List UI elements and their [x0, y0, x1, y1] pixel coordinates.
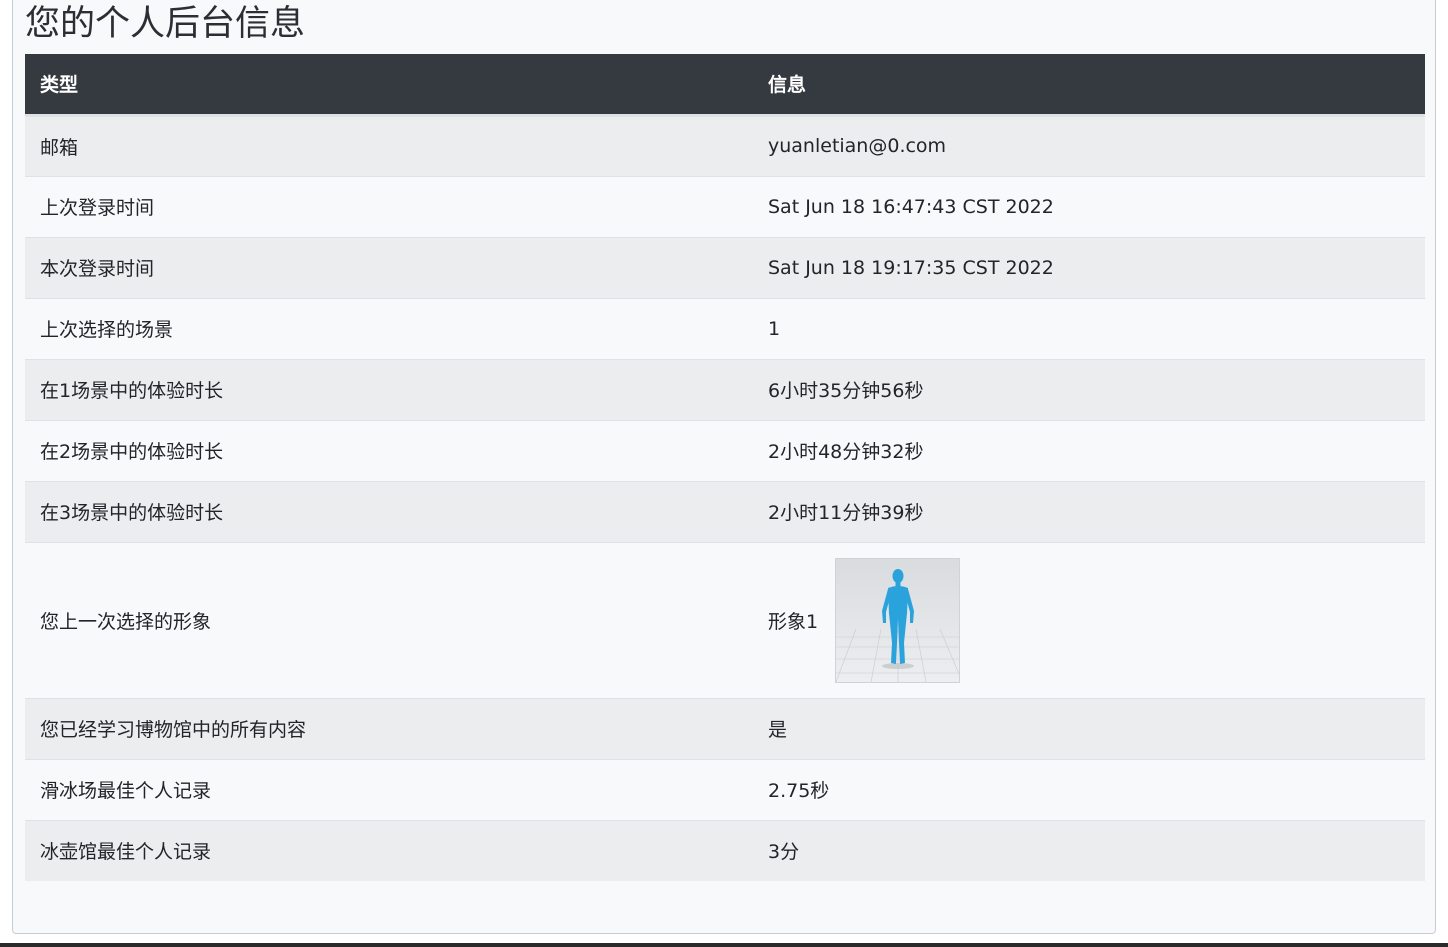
- table-header: 类型 信息: [25, 54, 1425, 117]
- row-info-cell: 6小时35分钟56秒: [753, 358, 1425, 420]
- table-row-scene1-duration: 在1场景中的体验时长 6小时35分钟56秒: [25, 358, 1425, 420]
- row-info-cell: Sat Jun 18 19:17:35 CST 2022: [753, 236, 1425, 298]
- table-row-scene3-duration: 在3场景中的体验时长 2小时11分钟39秒: [25, 480, 1425, 542]
- table-row-skating-record: 滑冰场最佳个人记录 2.75秒: [25, 758, 1425, 820]
- row-info-cell: 1: [753, 297, 1425, 359]
- table-row-email: 邮箱 yuanletian@0.com: [25, 114, 1425, 176]
- row-info-cell: 2小时48分钟32秒: [753, 419, 1425, 481]
- row-type-cell: 在3场景中的体验时长: [25, 480, 753, 542]
- table-row-scene2-duration: 在2场景中的体验时长 2小时48分钟32秒: [25, 419, 1425, 481]
- row-type-cell: 本次登录时间: [25, 236, 753, 298]
- table-body: 邮箱 yuanletian@0.com 上次登录时间 Sat Jun 18 16…: [25, 114, 1425, 881]
- avatar-image: [835, 557, 961, 683]
- column-header-type: 类型: [25, 54, 753, 117]
- row-type-cell: 您上一次选择的形象: [25, 541, 753, 698]
- row-info-cell: 3分: [753, 819, 1425, 881]
- row-type-cell: 冰壶馆最佳个人记录: [25, 819, 753, 881]
- table-row-curling-record: 冰壶馆最佳个人记录 3分: [25, 819, 1425, 881]
- row-info-cell: yuanletian@0.com: [753, 114, 1425, 176]
- row-type-cell: 上次选择的场景: [25, 297, 753, 359]
- row-info-cell: 是: [753, 697, 1425, 759]
- avatar-info: 形象1: [768, 557, 961, 683]
- avatar-label: 形象1: [768, 610, 819, 633]
- row-info-cell: Sat Jun 18 16:47:43 CST 2022: [753, 175, 1425, 237]
- page: 您的个人后台信息 类型 信息 邮箱 yuanletian@0.com 上次登录时…: [0, 0, 1448, 947]
- window-bottom-border: [0, 943, 1448, 947]
- table-row-last-scene: 上次选择的场景 1: [25, 297, 1425, 359]
- table-header-row: 类型 信息: [25, 54, 1425, 117]
- human-figure-icon: [836, 558, 960, 682]
- page-title: 您的个人后台信息: [25, 4, 306, 44]
- table-row-museum-complete: 您已经学习博物馆中的所有内容 是: [25, 697, 1425, 759]
- column-header-info: 信息: [753, 54, 1425, 117]
- row-type-cell: 在1场景中的体验时长: [25, 358, 753, 420]
- table-row-last-login: 上次登录时间 Sat Jun 18 16:47:43 CST 2022: [25, 175, 1425, 237]
- info-table: 类型 信息 邮箱 yuanletian@0.com 上次登录时间 Sat Jun…: [25, 54, 1425, 881]
- row-info-cell: 2.75秒: [753, 758, 1425, 820]
- row-type-cell: 在2场景中的体验时长: [25, 419, 753, 481]
- row-type-cell: 您已经学习博物馆中的所有内容: [25, 697, 753, 759]
- row-type-cell: 滑冰场最佳个人记录: [25, 758, 753, 820]
- table-row-last-avatar: 您上一次选择的形象 形象1: [25, 541, 1425, 698]
- row-info-cell: 2小时11分钟39秒: [753, 480, 1425, 542]
- row-type-cell: 上次登录时间: [25, 175, 753, 237]
- table-row-current-login: 本次登录时间 Sat Jun 18 19:17:35 CST 2022: [25, 236, 1425, 298]
- row-info-cell: 形象1: [753, 541, 1425, 698]
- row-type-cell: 邮箱: [25, 114, 753, 176]
